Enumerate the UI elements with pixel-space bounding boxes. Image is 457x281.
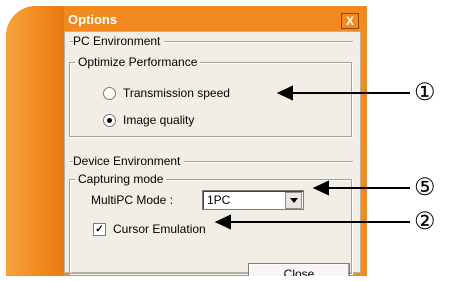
annotation-arrowhead-2: [214, 214, 231, 230]
annotation-arrowhead-1: [276, 85, 293, 101]
annotation-marker-5: ⑤: [414, 173, 436, 201]
annotation-arrows: [214, 85, 410, 230]
annotation-marker-2: ②: [414, 207, 436, 235]
annotation-arrowhead-5: [312, 180, 329, 196]
annotation-marker-1: ①: [414, 78, 436, 106]
